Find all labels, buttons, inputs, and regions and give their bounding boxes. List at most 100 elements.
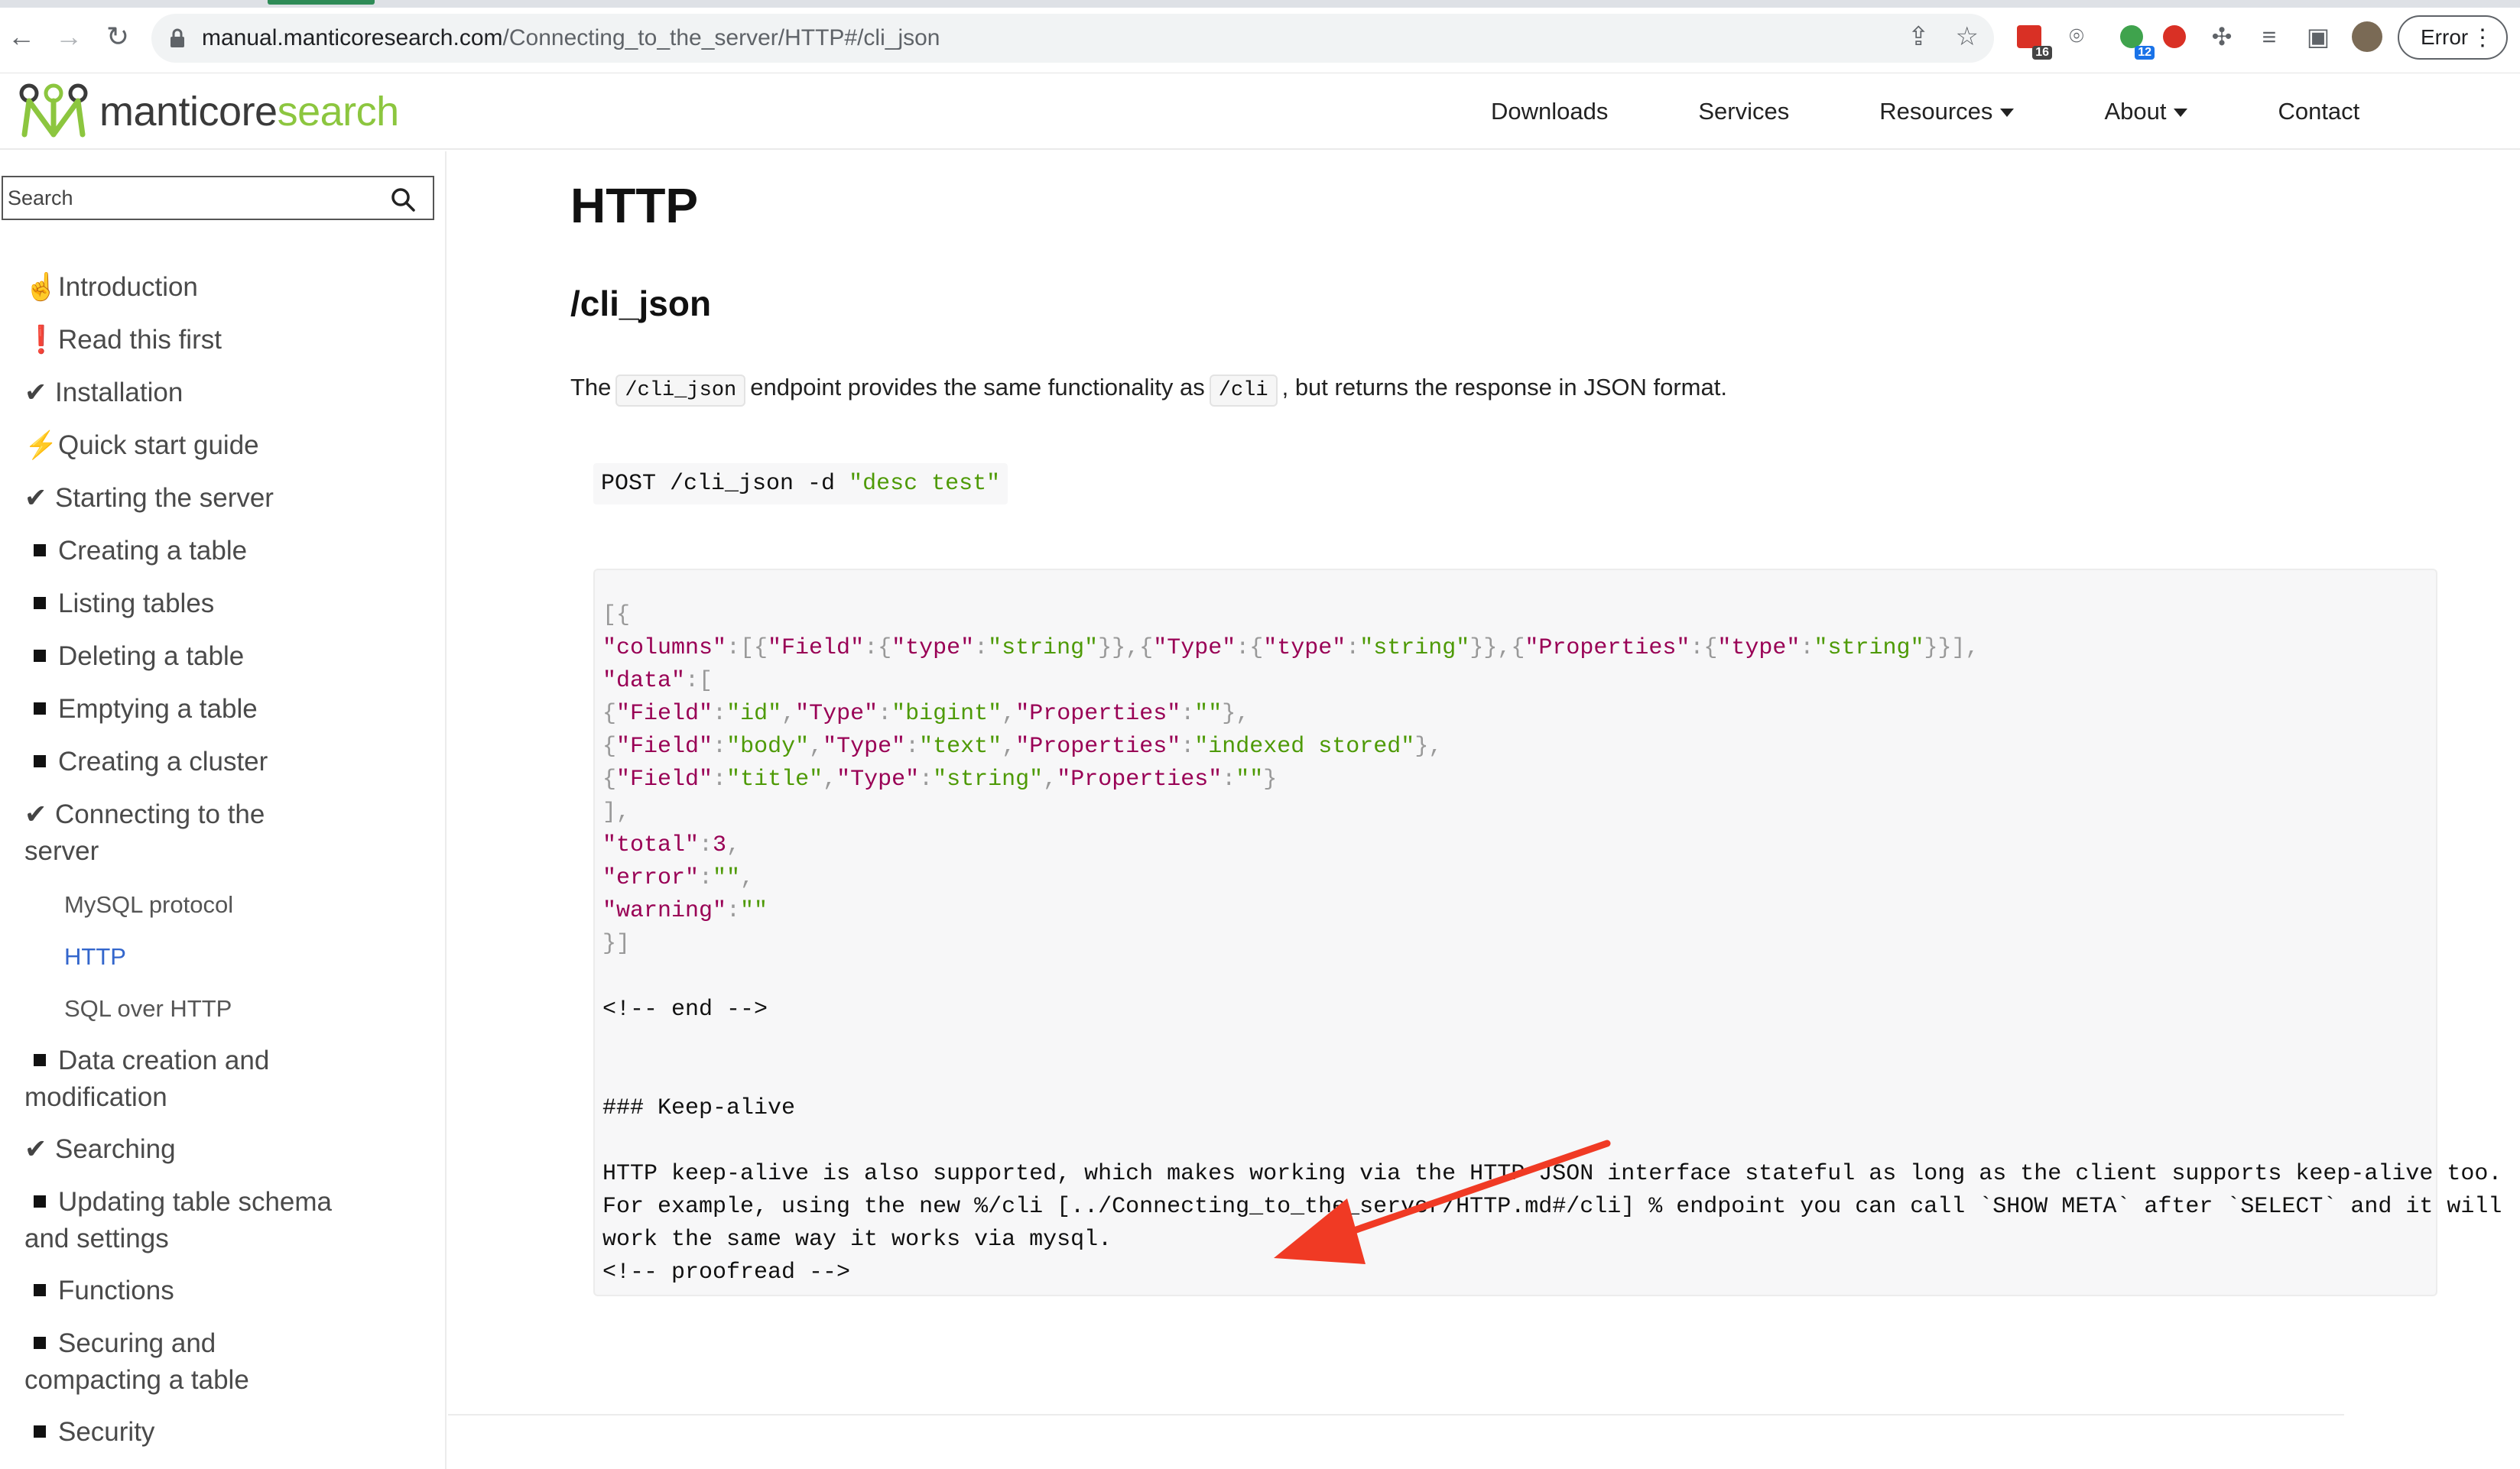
logo[interactable]: manticoresearch bbox=[14, 81, 399, 142]
code-line: <!-- end --> bbox=[602, 997, 768, 1023]
extension-badge: 12 bbox=[2135, 46, 2155, 60]
checkmark-icon: ✔ bbox=[24, 799, 47, 829]
inline-code: /cli_json bbox=[615, 375, 746, 407]
nav-resources[interactable]: Resources bbox=[1879, 98, 2015, 125]
code-line: }] bbox=[602, 931, 631, 957]
square-bullet-icon bbox=[24, 1325, 58, 1362]
sidebar-item-label: Creating a table bbox=[58, 536, 248, 566]
error-button[interactable]: Error ⋮ bbox=[2398, 15, 2508, 60]
reload-icon[interactable]: ↻ bbox=[101, 20, 135, 54]
url-host: manual.manticoresearch.com bbox=[202, 25, 503, 50]
sidebar-item-label: Data creation and bbox=[58, 1046, 270, 1075]
sidebar-item-label: Listing tables bbox=[58, 589, 215, 618]
annotation-arrow-icon bbox=[1274, 1140, 1611, 1264]
error-label: Error bbox=[2421, 25, 2469, 49]
kebab-icon[interactable]: ⋮ bbox=[2471, 24, 2494, 51]
camera-extension-icon[interactable]: ⌾ bbox=[2060, 20, 2093, 54]
square-bullet-icon bbox=[24, 1184, 58, 1221]
sidebar-item-label: Creating a cluster bbox=[58, 747, 268, 777]
red-extension-icon[interactable] bbox=[2158, 20, 2191, 54]
sidebar-item-label: Securing and bbox=[58, 1328, 216, 1358]
sidebar-item-emptying-table[interactable]: Emptying a table bbox=[24, 691, 258, 728]
forward-icon[interactable]: → bbox=[52, 20, 86, 54]
side-panel-icon[interactable]: ▣ bbox=[2301, 20, 2335, 54]
code-line: "total":3, bbox=[602, 832, 741, 858]
sidebar-item-securing-compacting[interactable]: Securing and compacting a table bbox=[24, 1325, 249, 1399]
sidebar-item-starting-server[interactable]: ✔ Starting the server bbox=[24, 480, 274, 517]
square-bullet-icon bbox=[24, 744, 58, 780]
grammar-extension-icon[interactable]: 12 bbox=[2115, 20, 2155, 60]
sidebar-item-functions[interactable]: Functions bbox=[24, 1273, 174, 1309]
code-line: {"Field":"title","Type":"string","Proper… bbox=[602, 767, 1278, 793]
nav-contact[interactable]: Contact bbox=[2278, 98, 2359, 125]
extension-badge: 16 bbox=[2032, 46, 2052, 60]
media-queue-icon[interactable]: ≡ bbox=[2252, 20, 2286, 54]
page-title: HTTP bbox=[570, 178, 699, 233]
code-line: <!-- proofread --> bbox=[602, 1260, 851, 1286]
profile-avatar[interactable] bbox=[2350, 20, 2384, 54]
sidebar-item-label: Searching bbox=[55, 1134, 176, 1164]
logo-wordmark: manticoresearch bbox=[99, 89, 399, 135]
url-text[interactable]: manual.manticoresearch.com/Connecting_to… bbox=[202, 24, 940, 52]
main-content: HTTP /cli_json The/cli_json endpoint prov… bbox=[448, 151, 2520, 1469]
nav-about[interactable]: About bbox=[2104, 98, 2188, 125]
square-bullet-icon bbox=[24, 1414, 58, 1451]
sidebar-item-updating-schema[interactable]: Updating table schema and settings bbox=[24, 1184, 332, 1257]
pointing-finger-icon: ☝ bbox=[24, 272, 58, 302]
code-line: {"Field":"body","Type":"text","Propertie… bbox=[602, 734, 1443, 760]
sidebar-item-read-this-first[interactable]: ❗Read this first bbox=[24, 322, 222, 358]
sidebar-subitem-mysql-protocol[interactable]: MySQL protocol bbox=[64, 887, 233, 923]
intro-paragraph: The/cli_json endpoint provides the same f… bbox=[570, 370, 1727, 408]
sidebar-item-listing-tables[interactable]: Listing tables bbox=[24, 585, 214, 622]
nav-services[interactable]: Services bbox=[1698, 98, 1789, 125]
code-line: "warning":"" bbox=[602, 898, 768, 924]
sidebar-item-label-cont: modification bbox=[24, 1082, 167, 1112]
section-heading: /cli_json bbox=[570, 284, 712, 323]
calendar-extension-icon[interactable]: 16 bbox=[2012, 20, 2052, 60]
search-input[interactable] bbox=[8, 183, 375, 212]
nav-downloads[interactable]: Downloads bbox=[1491, 98, 1608, 125]
caret-down-icon bbox=[2000, 109, 2015, 118]
code-line: "columns":[{"Field":{"type":"string"}},{… bbox=[602, 635, 1979, 661]
para-text: , but returns the response in JSON forma… bbox=[1281, 374, 1727, 400]
browser-chrome: ← → ↻ manual.manticoresearch.com/Connect… bbox=[0, 0, 2520, 73]
inline-code: /cli bbox=[1209, 375, 1278, 407]
sidebar-item-label: Installation bbox=[55, 378, 183, 407]
sidebar-item-quick-start[interactable]: ⚡Quick start guide bbox=[24, 427, 259, 464]
footer-divider bbox=[448, 1414, 2344, 1415]
address-bar[interactable]: manual.manticoresearch.com/Connecting_to… bbox=[151, 14, 1994, 63]
square-bullet-icon bbox=[24, 1043, 58, 1079]
back-icon[interactable]: ← bbox=[5, 20, 38, 54]
sidebar-subitem-sql-over-http[interactable]: SQL over HTTP bbox=[64, 991, 232, 1027]
star-icon[interactable]: ☆ bbox=[1956, 21, 1979, 52]
sidebar-item-searching[interactable]: ✔ Searching bbox=[24, 1131, 176, 1168]
sidebar-item-label: Introduction bbox=[58, 272, 198, 302]
code-line: work the same way it works via mysql. bbox=[602, 1227, 1112, 1253]
code-line: [{ bbox=[602, 602, 631, 628]
sidebar-item-installation[interactable]: ✔ Installation bbox=[24, 375, 183, 411]
code-line: "error":"", bbox=[602, 865, 755, 891]
square-bullet-icon bbox=[24, 533, 58, 569]
sidebar-item-security[interactable]: Security bbox=[24, 1414, 154, 1451]
sidebar-item-label: Updating table schema bbox=[58, 1187, 332, 1217]
search-box[interactable] bbox=[2, 176, 434, 220]
command-text: POST /cli_json -d bbox=[601, 471, 849, 497]
square-bullet-icon bbox=[24, 691, 58, 728]
sidebar-item-data-creation[interactable]: Data creation and modification bbox=[24, 1043, 269, 1116]
sidebar-item-label: Security bbox=[58, 1417, 155, 1447]
sidebar-item-creating-cluster[interactable]: Creating a cluster bbox=[24, 744, 268, 780]
share-icon[interactable]: ⇪ bbox=[1908, 21, 1930, 52]
sidebar-item-introduction[interactable]: ☝Introduction bbox=[24, 269, 198, 306]
puzzle-icon[interactable]: ✣ bbox=[2205, 20, 2239, 54]
lock-icon[interactable] bbox=[168, 28, 187, 49]
sidebar-item-label: Emptying a table bbox=[58, 694, 258, 724]
url-path: /Connecting_to_the_server/HTTP#/cli_json bbox=[502, 25, 940, 50]
sidebar-item-connecting-server[interactable]: ✔ Connecting to the server bbox=[24, 796, 265, 870]
sidebar-subitem-http[interactable]: HTTP bbox=[64, 939, 126, 975]
caret-down-icon bbox=[2174, 109, 2188, 118]
sidebar-item-label: Starting the server bbox=[55, 483, 274, 513]
sidebar-item-creating-table[interactable]: Creating a table bbox=[24, 533, 247, 569]
code-line: {"Field":"id","Type":"bigint","Propertie… bbox=[602, 701, 1250, 727]
sidebar-item-deleting-table[interactable]: Deleting a table bbox=[24, 638, 244, 675]
search-icon[interactable] bbox=[390, 186, 416, 212]
